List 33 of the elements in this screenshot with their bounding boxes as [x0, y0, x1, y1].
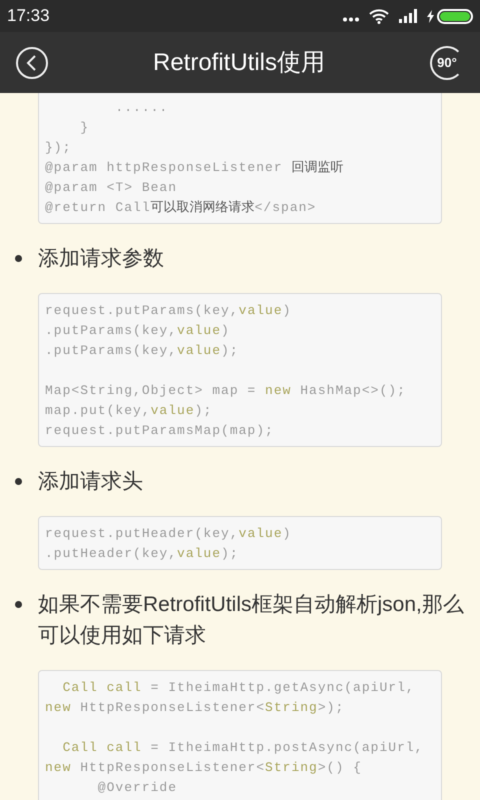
code-line: });	[45, 140, 72, 155]
code-line: @param <T> Bean	[45, 180, 178, 195]
code-line: .putHeader(key,value);	[45, 546, 239, 561]
code-line: @return Call可以取消网络请求</span>	[45, 200, 316, 215]
status-time: 17:33	[7, 5, 50, 28]
code-line: Call call = ItheimaHttp.getAsync(apiUrl,	[62, 680, 415, 695]
code-line: request.putParamsMap(map);	[45, 423, 274, 438]
battery-icon	[437, 8, 473, 24]
code-line: map.put(key,value);	[45, 403, 212, 418]
code-line: ......	[114, 100, 168, 115]
code-line: }	[79, 120, 90, 135]
code-line: @Override	[96, 780, 178, 795]
page-title: RetrofitUtils使用	[152, 48, 326, 78]
code-line: new HttpResponseListener<String>() {	[45, 760, 362, 775]
code-line: Call call = ItheimaHttp.postAsync(apiUrl,	[62, 740, 424, 755]
code-line: Map<String,Object> map = new HashMap<>();	[45, 383, 406, 398]
signal-icon	[399, 9, 419, 23]
bullet-icon	[15, 255, 22, 262]
code-line: new HttpResponseListener<String>);	[45, 700, 344, 715]
bullet-icon	[15, 601, 22, 608]
wifi-icon	[369, 8, 389, 24]
list-item-text: 添加请求参数	[38, 246, 164, 272]
code-line: .putParams(key,value)	[45, 323, 230, 338]
bullet-icon	[15, 478, 22, 485]
code-line: @param httpResponseListener 回调监听	[45, 160, 344, 175]
code-line: request.putHeader(key,value)	[45, 526, 292, 541]
list-item-text: 如果不需要RetrofitUtils框架自动解析json,那么可以使用如下请求	[38, 592, 464, 649]
more-icon	[343, 16, 359, 22]
code-line: .putParams(key,value);	[45, 343, 239, 358]
back-button[interactable]	[16, 46, 48, 78]
code-line: request.putParams(key,value)	[45, 303, 292, 318]
list-item-text: 添加请求头	[38, 469, 143, 495]
charging-icon	[427, 10, 434, 22]
